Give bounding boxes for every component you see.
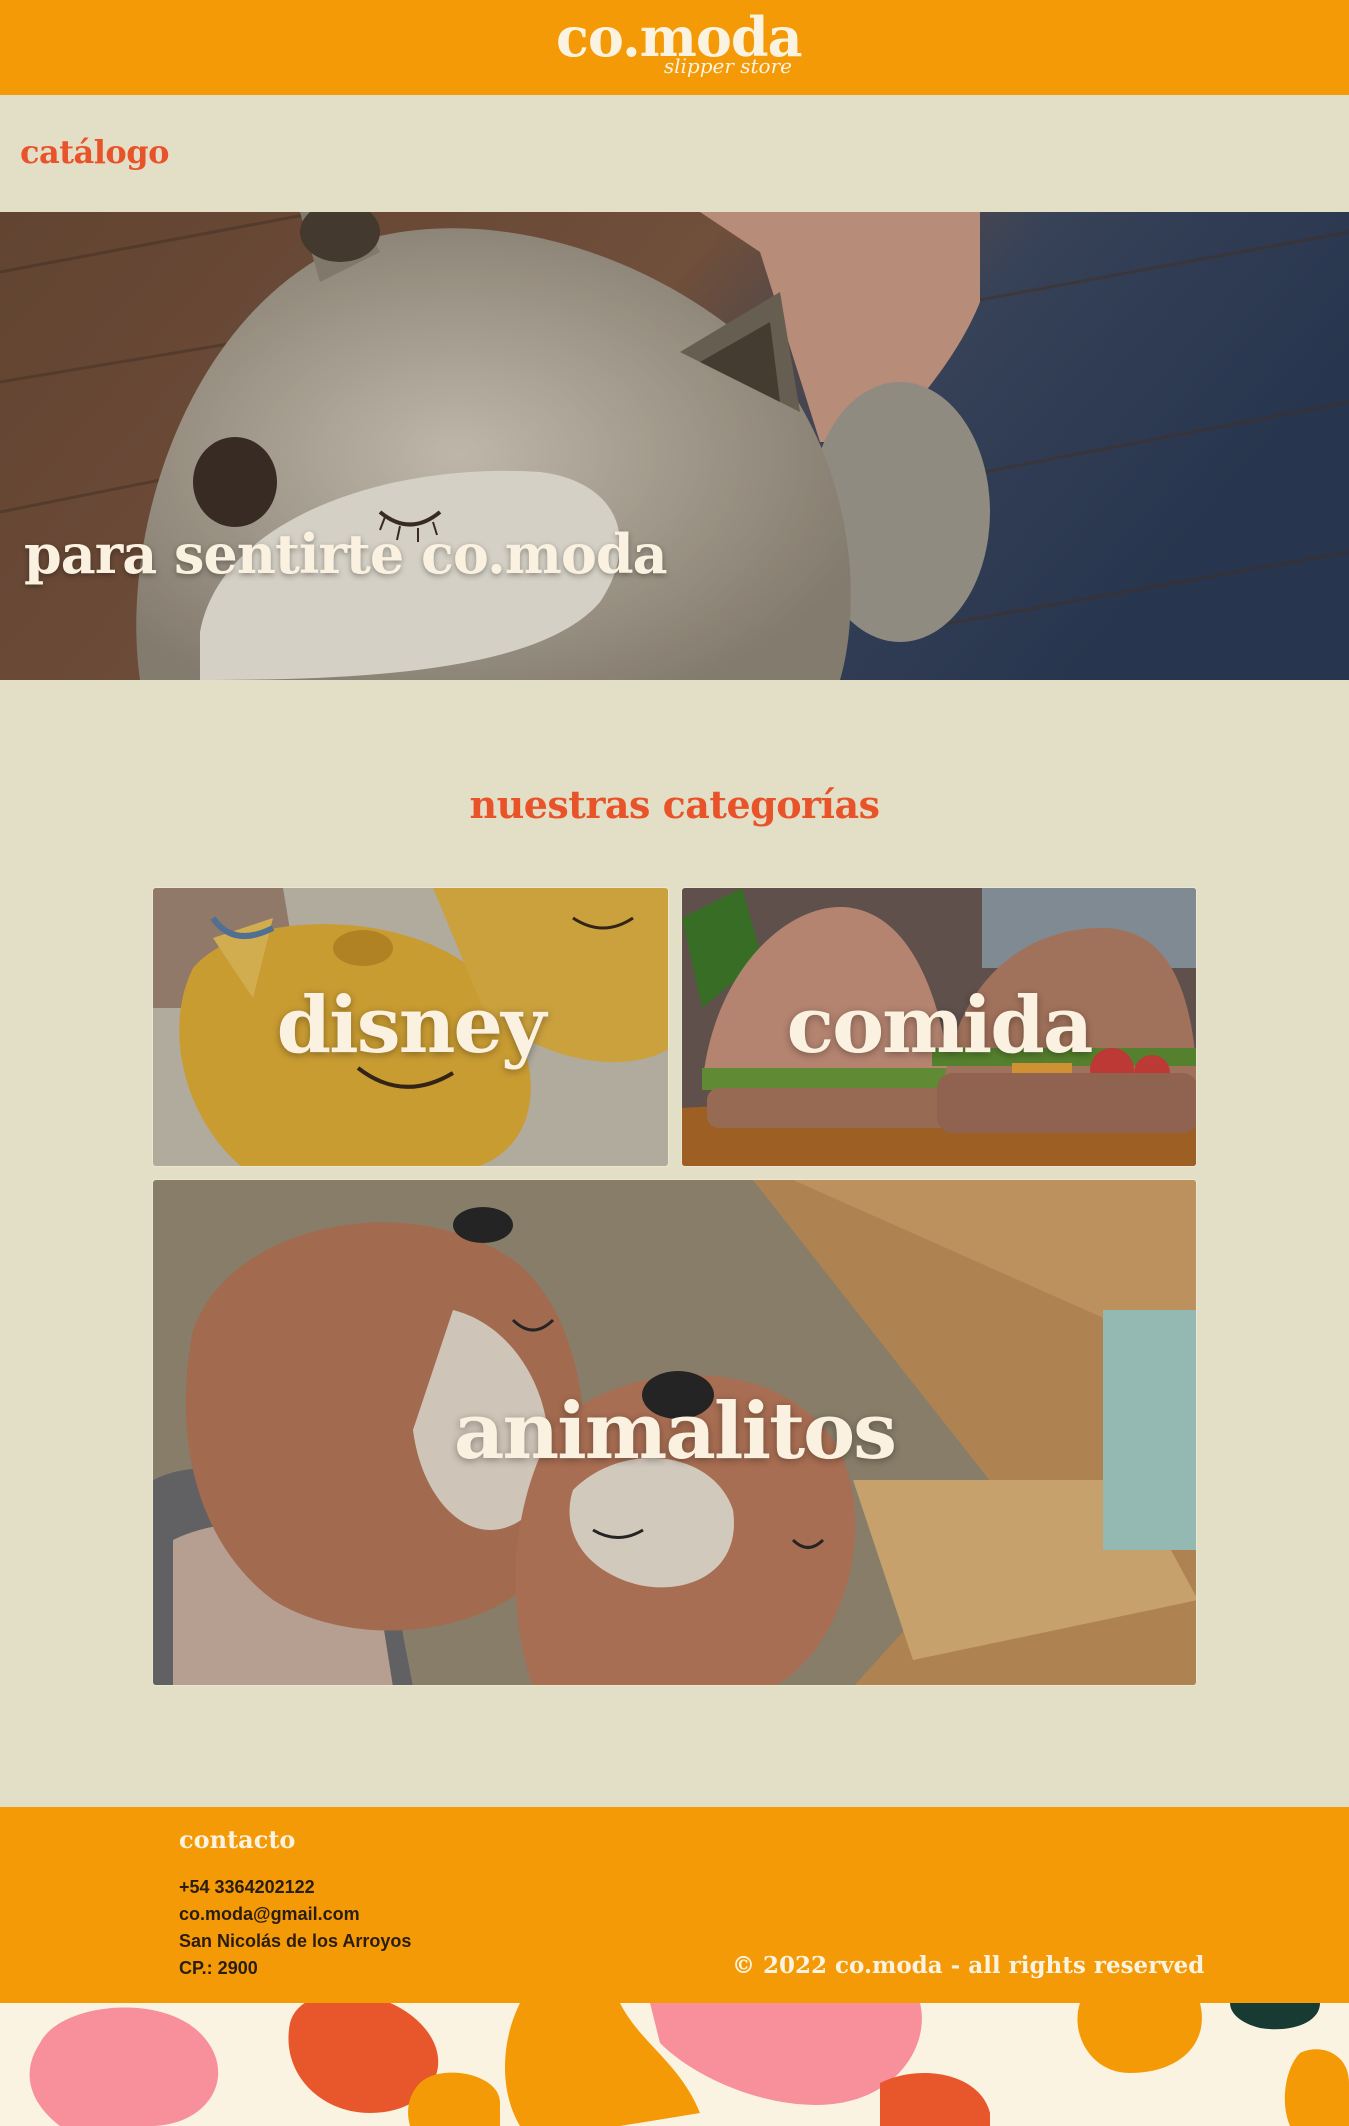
decorative-blob-pattern	[0, 2003, 1349, 2126]
hero-banner	[0, 212, 1349, 680]
hero-image	[0, 212, 1349, 680]
category-label-comida: comida	[786, 980, 1094, 1071]
category-label-animalitos: animalitos	[453, 1386, 897, 1477]
categories-title: nuestras categorías	[469, 782, 880, 827]
site-header: co.moda slipper store	[0, 0, 1349, 95]
contact-city: San Nicolás de los Arroyos	[179, 1931, 412, 1951]
category-label-disney: disney	[276, 980, 547, 1071]
blob-pattern-graphic	[29, 2003, 1349, 2126]
hero-title: para sentirte co.moda	[24, 522, 668, 586]
category-card-disney[interactable]: disney	[152, 887, 669, 1167]
contact-email[interactable]: co.moda@gmail.com	[179, 1904, 360, 1925]
copyright-notice: © 2022 co.moda - all rights reserved	[732, 1952, 1205, 1979]
contact-phone[interactable]: +54 3364202122	[179, 1877, 315, 1898]
category-card-comida[interactable]: comida	[681, 887, 1197, 1167]
category-card-animalitos[interactable]: animalitos	[152, 1179, 1197, 1686]
brand-tagline: slipper store	[663, 54, 792, 78]
contact-postal-code: CP.: 2900	[179, 1958, 258, 1978]
brand-logo[interactable]: co.moda slipper store	[556, 4, 803, 90]
page-title: catálogo	[20, 133, 169, 171]
contact-title: contacto	[179, 1825, 296, 1854]
